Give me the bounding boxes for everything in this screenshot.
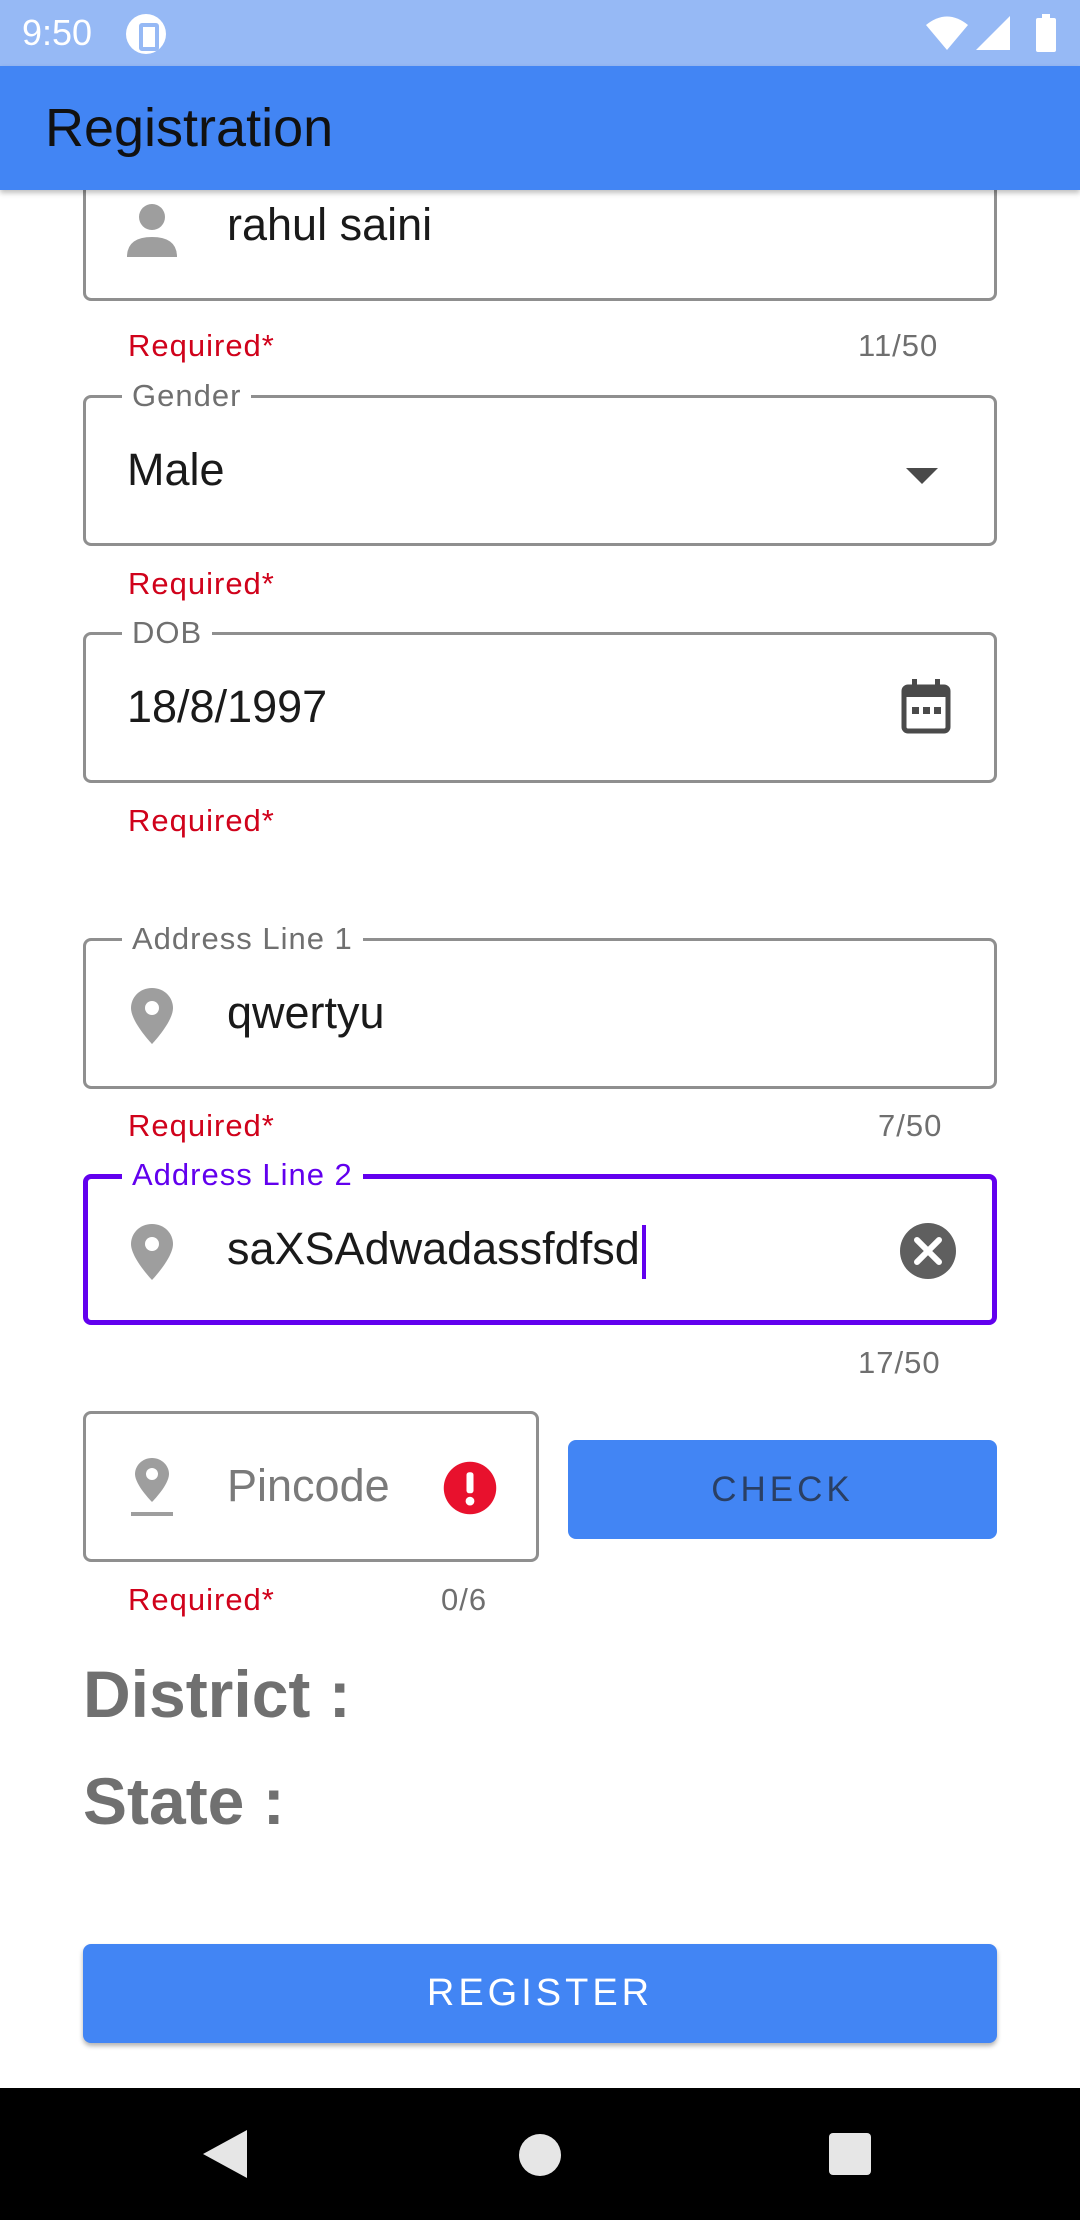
- address-line-2-text: saXSAdwadassfdfsd: [227, 1223, 640, 1274]
- text-cursor: [641, 1225, 646, 1280]
- address-line-2-input[interactable]: saXSAdwadassfdfsd: [227, 1221, 646, 1280]
- dob-required-text: Required*: [128, 803, 275, 838]
- gender-label: Gender: [122, 377, 252, 415]
- form-content[interactable]: rahul saini Required* 11/50 Gender Male …: [0, 190, 1080, 2088]
- district-label: District :: [83, 1657, 351, 1731]
- address-line-1-char-counter: 7/50: [878, 1108, 943, 1143]
- address-line-2-char-counter: 17/50: [858, 1345, 941, 1380]
- dropdown-arrow-icon[interactable]: [890, 444, 954, 508]
- address-line-1-input[interactable]: qwertyu: [227, 985, 385, 1041]
- name-char-counter: 11/50: [858, 328, 939, 363]
- notification-app-icon: [126, 14, 166, 54]
- register-button[interactable]: REGISTER: [83, 1944, 997, 2043]
- wifi-icon: [926, 16, 968, 50]
- address-line-1-field[interactable]: Address Line 1 qwertyu: [83, 920, 997, 1089]
- state-label: State :: [83, 1764, 285, 1838]
- address-line-2-field[interactable]: Address Line 2 saXSAdwadassfdfsd: [83, 1156, 997, 1325]
- address-line-1-label: Address Line 1: [122, 920, 363, 958]
- page-title: Registration: [45, 98, 334, 158]
- calendar-icon[interactable]: [894, 675, 958, 739]
- status-time: 9:50: [22, 12, 93, 53]
- gender-selected-value: Male: [127, 444, 225, 495]
- pincode-char-counter: 0/6: [441, 1582, 488, 1617]
- person-icon: [127, 204, 177, 257]
- status-bar: 9:50: [0, 0, 1080, 66]
- dob-field[interactable]: DOB 18/8/1997: [83, 614, 997, 783]
- pincode-field[interactable]: Pincode: [83, 1411, 539, 1562]
- recents-icon[interactable]: [829, 2133, 871, 2175]
- system-nav-bar: [0, 2088, 1080, 2220]
- clear-icon[interactable]: [896, 1219, 960, 1283]
- gender-dropdown[interactable]: Gender Male: [83, 377, 997, 546]
- address-line-2-label: Address Line 2: [122, 1156, 363, 1194]
- address-line-1-required-text: Required*: [128, 1108, 275, 1143]
- dob-input[interactable]: 18/8/1997: [127, 679, 327, 735]
- back-icon[interactable]: [203, 2130, 247, 2178]
- battery-icon: [1036, 14, 1056, 52]
- location-pin-icon: [131, 1224, 173, 1280]
- name-field[interactable]: rahul saini: [83, 190, 997, 301]
- signal-icon: [976, 16, 1010, 50]
- error-icon: [443, 1461, 497, 1515]
- pincode-input[interactable]: Pincode: [227, 1458, 390, 1514]
- name-required-text: Required*: [128, 328, 275, 363]
- name-input[interactable]: rahul saini: [227, 197, 432, 253]
- home-icon[interactable]: [519, 2134, 561, 2176]
- status-icons: [926, 14, 1056, 52]
- location-pin-icon: [131, 1458, 173, 1516]
- check-button[interactable]: CHECK: [568, 1440, 997, 1539]
- dob-label: DOB: [122, 614, 213, 652]
- location-pin-icon: [131, 988, 173, 1044]
- gender-required-text: Required*: [128, 566, 275, 601]
- pincode-required-text: Required*: [128, 1582, 275, 1617]
- app-bar: Registration: [0, 66, 1080, 190]
